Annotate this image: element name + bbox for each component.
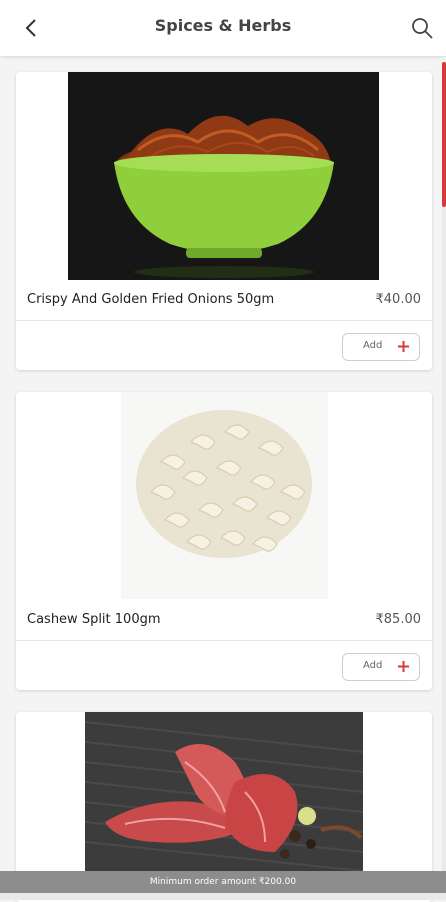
plus-icon [398, 341, 409, 352]
scrollbar-thumb[interactable] [442, 62, 446, 207]
product-image [121, 392, 328, 599]
add-button-label: Add [363, 660, 383, 671]
add-to-cart-button[interactable]: Add [342, 333, 420, 361]
product-image [68, 72, 379, 280]
search-icon [412, 18, 433, 39]
plus-icon [398, 661, 409, 672]
product-card[interactable]: Crispy And Golden Fried Onions 50gm ₹40.… [16, 72, 432, 370]
search-button[interactable] [408, 14, 436, 42]
product-name: Crispy And Golden Fried Onions 50gm [27, 292, 275, 307]
divider [16, 640, 432, 641]
product-price: ₹40.00 [375, 292, 422, 307]
add-to-cart-button[interactable]: Add [342, 653, 420, 681]
product-name: Cashew Split 100gm [27, 612, 161, 627]
page-title: Spices & Herbs [154, 16, 292, 35]
app-header: Spices & Herbs [0, 0, 446, 56]
product-image [84, 712, 364, 872]
minimum-order-banner: Minimum order amount ₹200.00 [0, 871, 446, 893]
bottom-strip [0, 893, 446, 900]
product-card[interactable]: Cashew Split 100gm ₹85.00 Add [16, 392, 432, 690]
divider [16, 320, 432, 321]
product-price: ₹85.00 [375, 612, 422, 627]
add-button-label: Add [363, 340, 383, 351]
